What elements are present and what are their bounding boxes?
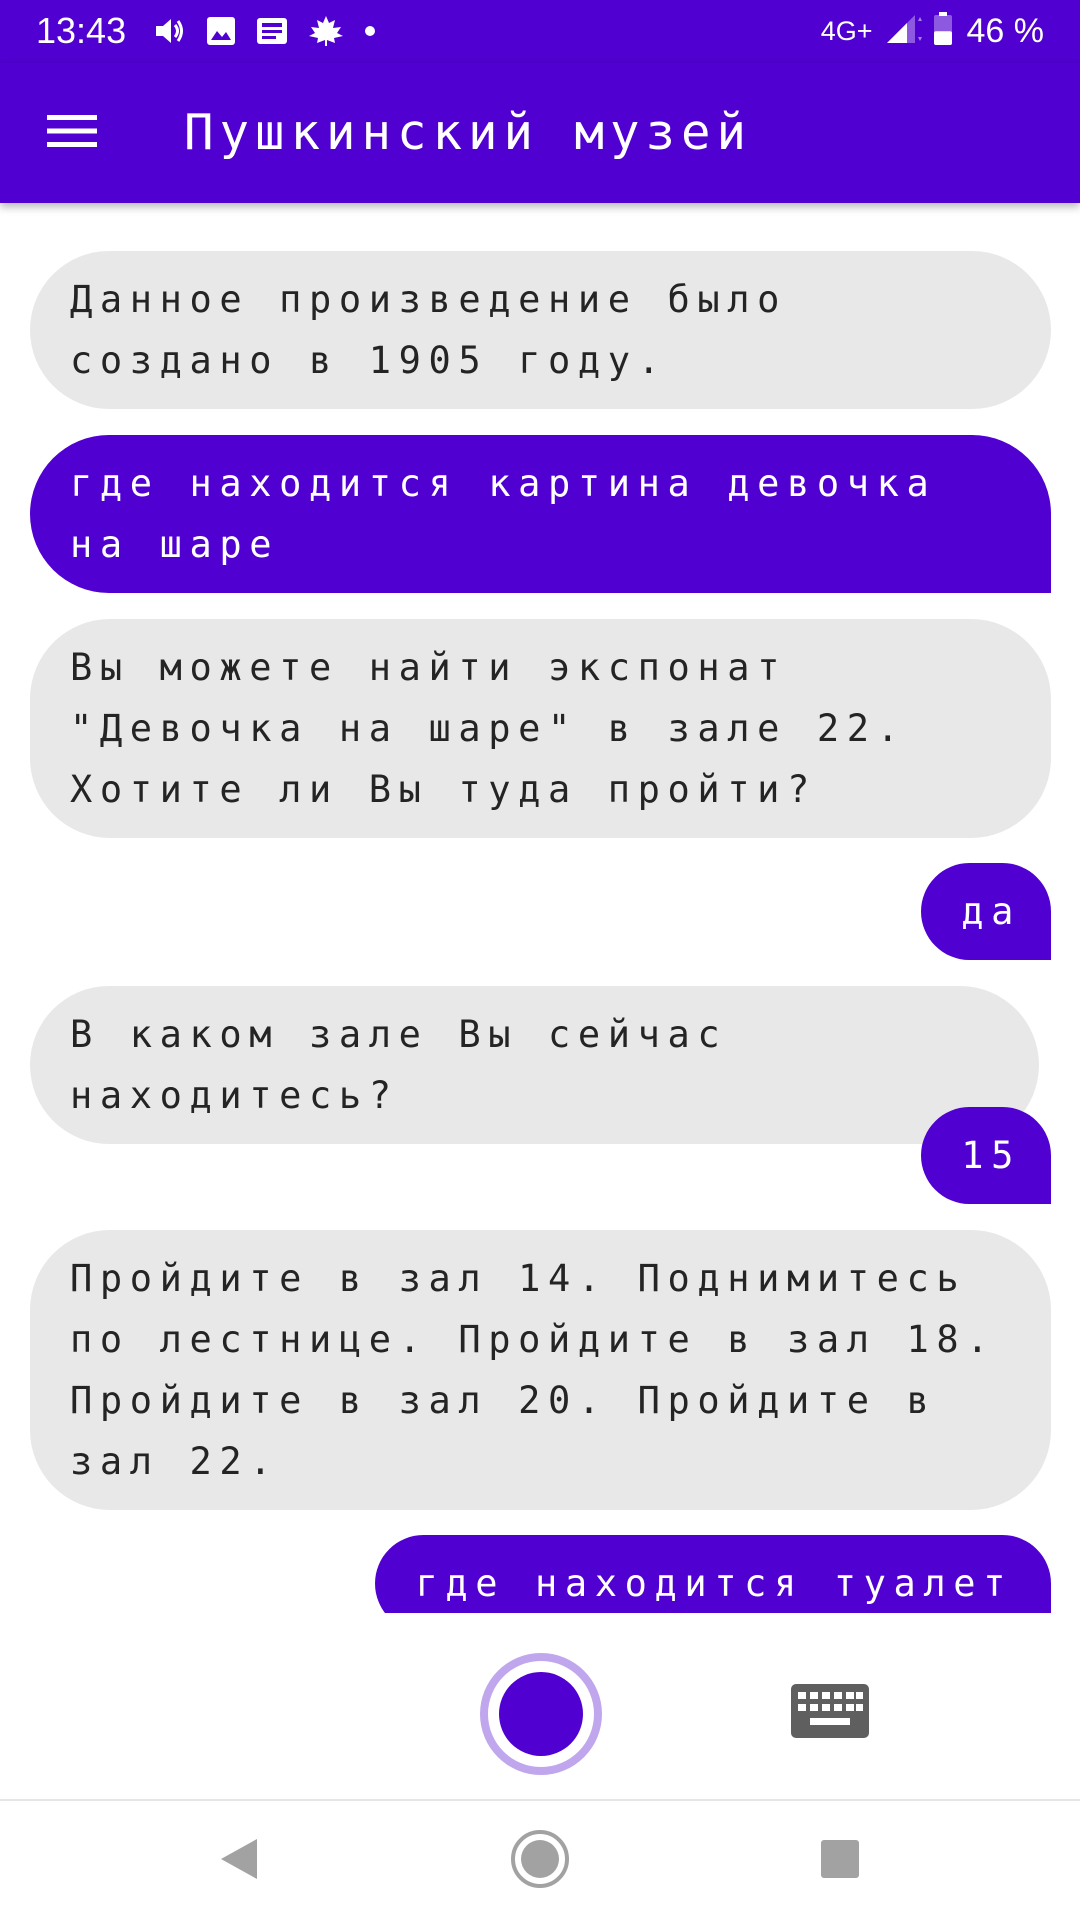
app-title: Пушкинский музей bbox=[184, 104, 753, 161]
battery-icon bbox=[933, 11, 953, 51]
chat-message-list[interactable]: Данное произведение было создано в 1905 … bbox=[0, 203, 1080, 1613]
home-icon bbox=[510, 1829, 570, 1893]
notification-icons bbox=[154, 14, 376, 48]
bot-message: Пройдите в зал 14. Поднимитесь по лестни… bbox=[30, 1230, 1051, 1510]
bot-message: Данное произведение было создано в 1905 … bbox=[30, 251, 1051, 409]
input-controls bbox=[0, 1613, 1080, 1799]
home-button[interactable] bbox=[508, 1829, 572, 1893]
user-message: где находится туалет bbox=[375, 1535, 1051, 1613]
app-bar: Пушкинский музей bbox=[0, 63, 1080, 203]
bot-message: Вы можете найти экспонат "Девочка на шар… bbox=[30, 619, 1051, 838]
bot-message: В каком зале Вы сейчас находитесь? bbox=[30, 986, 1039, 1144]
status-bar: 13:43 4G+ 46 % bbox=[0, 0, 1080, 63]
menu-button[interactable] bbox=[32, 99, 112, 167]
dot-icon bbox=[364, 25, 376, 37]
recents-icon bbox=[819, 1838, 861, 1884]
back-button[interactable] bbox=[207, 1829, 271, 1893]
user-message: да bbox=[921, 863, 1051, 960]
keyboard-icon bbox=[790, 1684, 870, 1743]
signal-icon bbox=[885, 13, 925, 50]
recents-button[interactable] bbox=[808, 1829, 872, 1893]
system-nav-bar bbox=[0, 1799, 1080, 1922]
news-icon bbox=[256, 17, 288, 45]
volume-icon bbox=[154, 16, 186, 46]
status-time: 13:43 bbox=[36, 10, 127, 51]
microphone-button[interactable] bbox=[480, 1653, 602, 1775]
menu-icon bbox=[47, 113, 97, 153]
battery-percent: 46 % bbox=[966, 11, 1045, 50]
back-icon bbox=[217, 1836, 261, 1886]
network-type: 4G+ bbox=[820, 15, 873, 46]
user-message: 15 bbox=[921, 1107, 1051, 1204]
maple-leaf-icon bbox=[308, 15, 344, 47]
user-message: где находится картина девочка на шаре bbox=[30, 435, 1051, 593]
status-right: 4G+ 46 % bbox=[821, 10, 1044, 52]
keyboard-button[interactable] bbox=[790, 1683, 870, 1743]
image-icon bbox=[206, 16, 236, 46]
